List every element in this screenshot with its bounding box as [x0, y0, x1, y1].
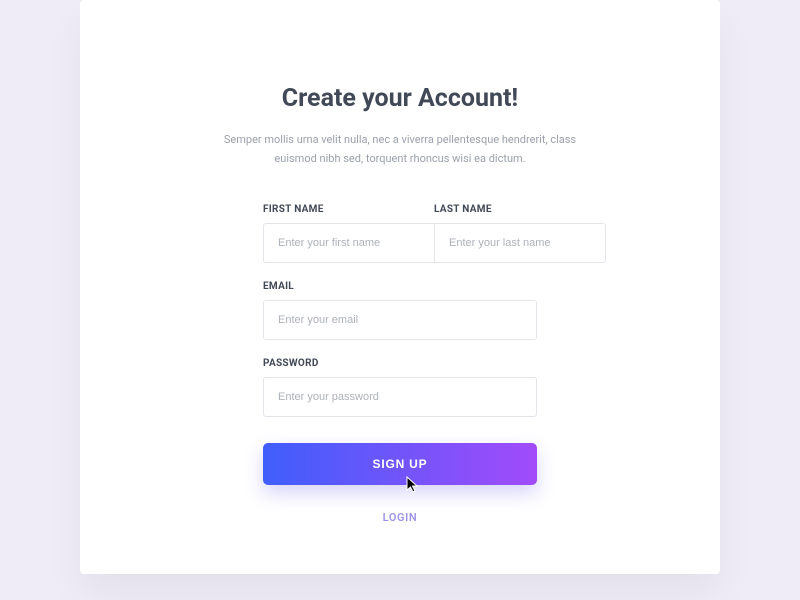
password-label: PASSWORD [263, 358, 537, 369]
first-name-label: FIRST NAME [263, 204, 434, 215]
login-link[interactable]: LOGIN [263, 511, 537, 524]
last-name-group: LAST NAME [434, 204, 606, 263]
page-title: Create your Account! [282, 84, 518, 113]
email-label: EMAIL [263, 281, 537, 292]
password-row: PASSWORD [263, 358, 537, 417]
last-name-label: LAST NAME [434, 204, 606, 215]
last-name-input[interactable] [434, 223, 606, 263]
signup-card: Create your Account! Semper mollis urna … [80, 0, 720, 574]
password-input[interactable] [263, 377, 537, 417]
page-subtitle: Semper mollis urna velit nulla, nec a vi… [220, 131, 580, 168]
name-row: FIRST NAME LAST NAME [263, 204, 537, 263]
first-name-group: FIRST NAME [263, 204, 434, 263]
signup-form: FIRST NAME LAST NAME EMAIL PASSWORD SIGN… [263, 204, 537, 524]
email-row: EMAIL [263, 281, 537, 340]
signup-button[interactable]: SIGN UP [263, 443, 537, 485]
first-name-input[interactable] [263, 223, 434, 263]
email-input[interactable] [263, 300, 537, 340]
